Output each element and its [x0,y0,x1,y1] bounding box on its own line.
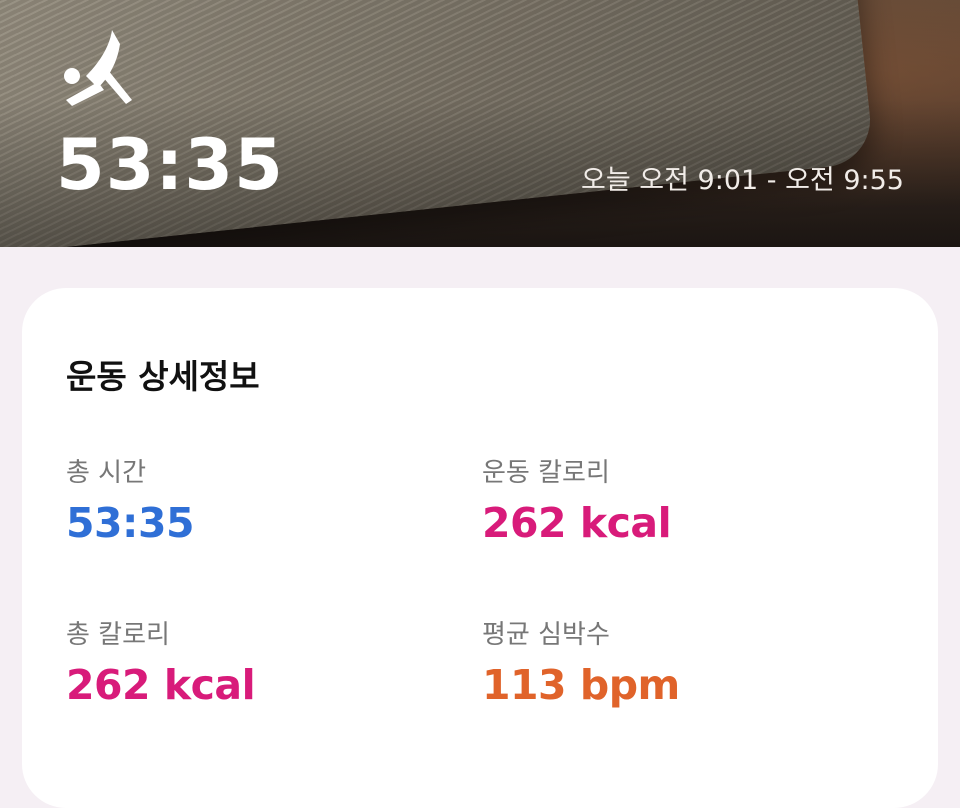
stat-workout-calories: 운동 칼로리 262 kcal [482,456,862,548]
workout-header: 53:35 오늘 오전 9:01 - 오전 9:55 [0,0,960,247]
stat-average-heart-rate: 평균 심박수 113 bpm [482,618,862,710]
stat-total-time: 총 시간 53:35 [66,456,446,548]
stat-label: 총 칼로리 [66,620,170,650]
workout-duration: 53:35 [56,124,284,206]
stat-value: 262 kcal [482,499,672,547]
stat-label: 총 시간 [66,458,147,488]
stat-total-calories: 총 칼로리 262 kcal [66,618,446,710]
stat-value: 53:35 [66,499,195,547]
stat-label: 평균 심박수 [482,620,610,650]
yoga-icon [64,30,132,106]
details-title: 운동 상세정보 [66,357,260,396]
stat-value: 262 kcal [66,661,256,709]
workout-details-card: 운동 상세정보 총 시간 53:35 운동 칼로리 262 kcal 총 칼로리… [22,288,938,808]
stat-value: 113 bpm [482,661,680,709]
stat-label: 운동 칼로리 [482,458,610,488]
workout-time-range: 오늘 오전 9:01 - 오전 9:55 [581,165,904,196]
